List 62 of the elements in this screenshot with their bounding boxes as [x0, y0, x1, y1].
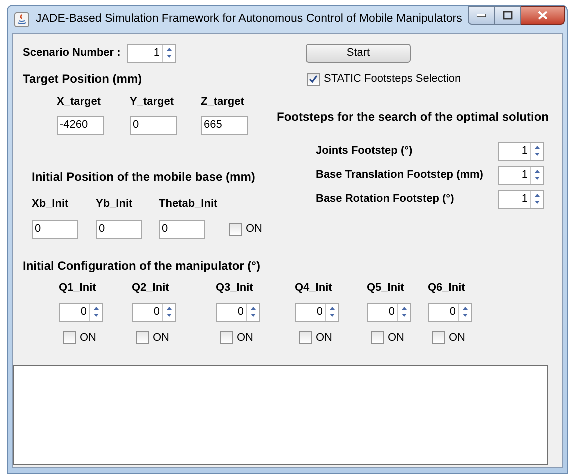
checkbox[interactable]: [432, 331, 445, 344]
start-button[interactable]: Start: [306, 44, 411, 63]
section-heading: Footsteps for the search of the optimal solution: [277, 109, 550, 126]
base-field[interactable]: 0: [96, 220, 142, 239]
checkbox-label: STATIC Footsteps Selection: [324, 72, 462, 87]
target-field[interactable]: 0: [130, 116, 177, 134]
checkbox[interactable]: [307, 72, 320, 86]
field-label: Thetab_Init: [159, 196, 219, 212]
joint-label: Q3_Init: [216, 281, 254, 296]
footstep-spinner[interactable]: 1: [498, 142, 544, 161]
minimize-button[interactable]: [468, 6, 495, 25]
target-field[interactable]: -4260: [57, 116, 104, 134]
checkbox-label: ON: [388, 330, 404, 346]
base-field[interactable]: 0: [159, 220, 205, 239]
field-label: X_target: [57, 95, 102, 110]
maximize-icon: [502, 11, 512, 20]
field-label: Yb_Init: [96, 196, 134, 212]
joint-spinner[interactable]: 0: [132, 302, 176, 322]
checkbox[interactable]: [220, 331, 233, 344]
checkbox[interactable]: [229, 223, 242, 236]
joint-spinner[interactable]: 0: [59, 302, 103, 322]
section-heading: Initial Position of the mobile base (mm): [32, 168, 256, 186]
footstep-spinner[interactable]: 1: [498, 166, 544, 185]
checkbox[interactable]: [63, 331, 76, 344]
base-field[interactable]: 0: [32, 220, 78, 239]
section-heading: Initial Configuration of the manipulator (°): [23, 258, 262, 275]
joint-label: Q4_Init: [295, 281, 334, 296]
joint-spinner[interactable]: 0: [428, 302, 472, 322]
joint-spinner[interactable]: 0: [367, 302, 411, 322]
field-label: Y_target: [130, 95, 176, 110]
window-title: JADE-Based Simulation Framework for Autonomous Control of Mobile Manipulators: [36, 12, 462, 27]
footstep-spinner[interactable]: 1: [498, 190, 544, 209]
checkbox-label: ON: [237, 330, 254, 346]
footstep-label: Joints Footstep (°): [316, 144, 414, 160]
checkbox-label: ON: [246, 222, 262, 238]
joint-label: Q1_Init: [59, 281, 98, 296]
checkbox-label: ON: [316, 330, 332, 346]
output-area[interactable]: [13, 365, 548, 465]
footstep-label: Base Rotation Footstep (°): [316, 192, 456, 208]
checkbox[interactable]: [299, 331, 312, 344]
footstep-label: Base Translation Footstep (mm): [316, 168, 484, 184]
scenario-spinner[interactable]: 1: [127, 44, 176, 63]
target-field[interactable]: 665: [201, 116, 248, 134]
checkbox-label: ON: [153, 330, 170, 346]
close-button[interactable]: [521, 6, 565, 25]
joint-spinner[interactable]: 0: [295, 302, 339, 322]
checkbox-label: ON: [449, 330, 466, 346]
close-icon: [538, 11, 548, 20]
checkbox[interactable]: [136, 331, 149, 344]
joint-spinner[interactable]: 0: [216, 302, 260, 322]
section-heading: Target Position (mm): [23, 71, 144, 88]
field-label: Xb_Init: [32, 196, 70, 212]
minimize-icon: [477, 14, 486, 18]
maximize-button[interactable]: [495, 6, 521, 25]
joint-label: Q2_Init: [132, 281, 170, 296]
joint-label: Q6_Init: [428, 281, 466, 296]
joint-label: Q5_Init: [367, 281, 406, 296]
app-icon: [14, 12, 30, 28]
checkbox[interactable]: [371, 331, 384, 344]
checkbox-label: ON: [80, 330, 96, 346]
field-label: Z_target: [201, 95, 246, 110]
scenario-label: Scenario Number :: [23, 46, 122, 62]
